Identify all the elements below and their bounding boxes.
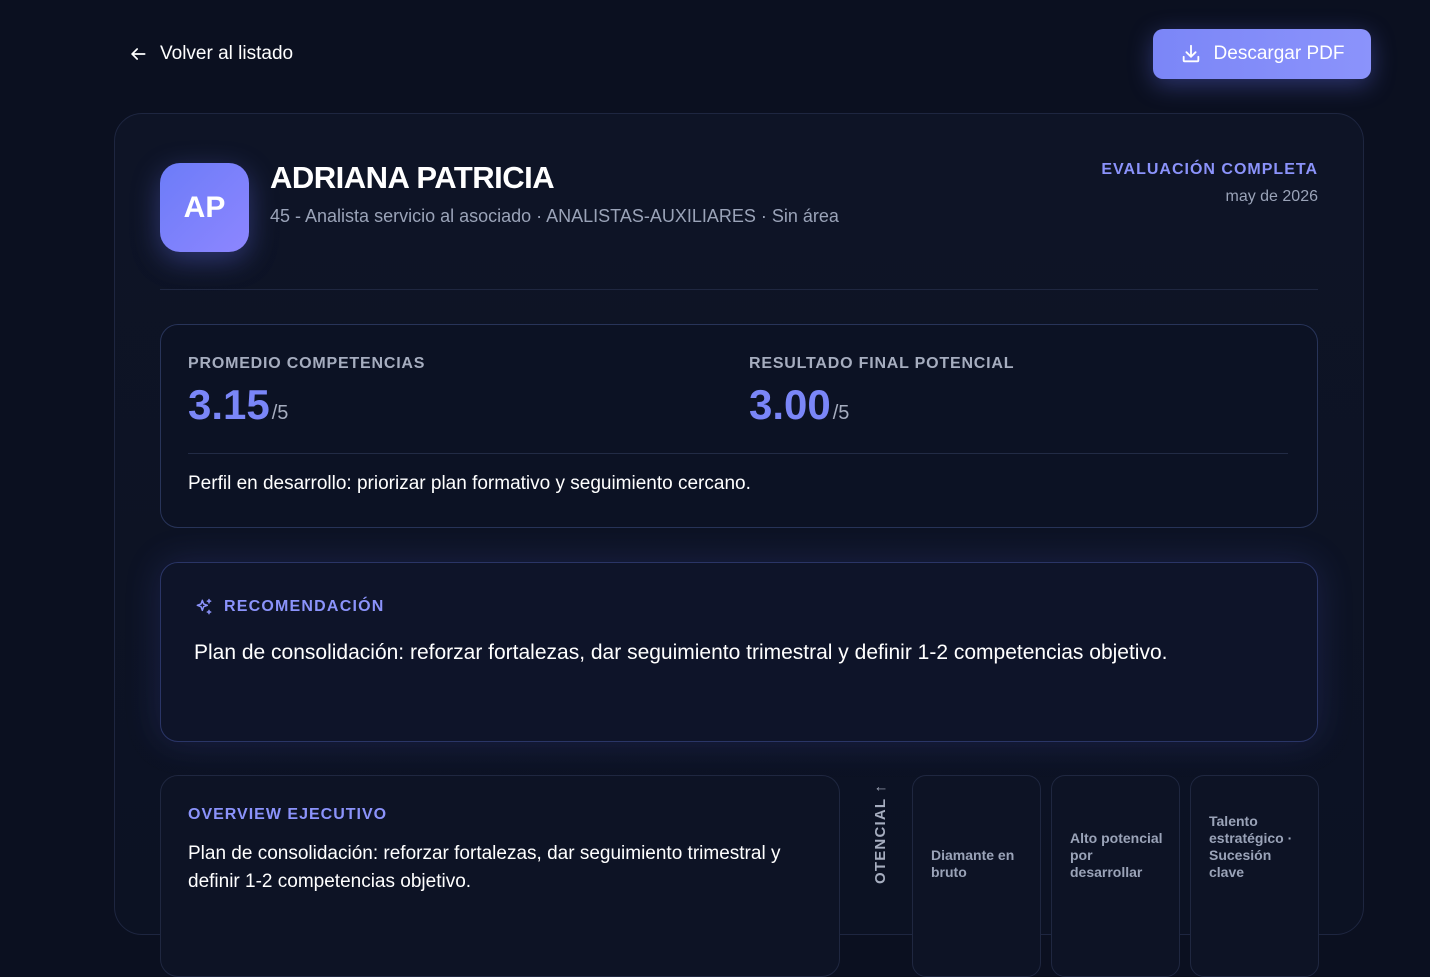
potencial-label: RESULTADO FINAL POTENCIAL bbox=[749, 355, 1015, 372]
top-bar: Volver al listado Descargar PDF bbox=[0, 0, 1430, 110]
recommendation-text: Plan de consolidación: reforzar fortalez… bbox=[194, 641, 1168, 664]
back-link-label: Volver al listado bbox=[160, 43, 294, 64]
potential-axis-label: OTENCIAL ↑ bbox=[872, 783, 889, 884]
arrow-left-icon bbox=[131, 48, 146, 60]
competencias-score: PROMEDIO COMPETENCIAS 3.15 /5 bbox=[188, 355, 425, 429]
download-pdf-button[interactable]: Descargar PDF bbox=[1153, 29, 1371, 79]
matrix-cell-talento-estrategico[interactable]: Talento estratégico · Sucesión clave bbox=[1190, 775, 1319, 977]
download-icon bbox=[1182, 44, 1199, 63]
potencial-score: RESULTADO FINAL POTENCIAL 3.00 /5 bbox=[749, 355, 1014, 429]
profile-note: Perfil en desarrollo: priorizar plan for… bbox=[188, 473, 751, 494]
evaluation-status: EVALUACIÓN COMPLETA may de 2026 bbox=[1101, 161, 1318, 206]
overview-text: Plan de consolidación: reforzar fortalez… bbox=[188, 843, 781, 892]
recommendation-panel: RECOMENDACIÓN Plan de consolidación: ref… bbox=[160, 562, 1318, 742]
matrix-cell-alto-potencial[interactable]: Alto potencial por desarrollar bbox=[1051, 775, 1180, 977]
matrix-cell-label: Talento estratégico · Sucesión clave bbox=[1209, 813, 1293, 880]
avatar: AP bbox=[160, 163, 249, 252]
back-to-list-link[interactable]: Volver al listado bbox=[128, 40, 293, 68]
employee-subtitle: 45 - Analista servicio al asociado · ANA… bbox=[270, 206, 839, 226]
competencias-max: /5 bbox=[271, 402, 289, 424]
employee-name: ADRIANA PATRICIA bbox=[270, 160, 555, 195]
recommendation-title: RECOMENDACIÓN bbox=[224, 598, 385, 615]
executive-overview-panel: OVERVIEW EJECUTIVO Plan de consolidación… bbox=[160, 775, 840, 977]
scores-divider bbox=[188, 453, 1288, 454]
header-divider bbox=[160, 289, 1318, 290]
competencias-label: PROMEDIO COMPETENCIAS bbox=[188, 355, 426, 372]
matrix-cell-label: Alto potencial por desarrollar bbox=[1070, 830, 1163, 880]
evaluation-card: AP ADRIANA PATRICIA 45 - Analista servic… bbox=[114, 113, 1364, 977]
matrix-cell-diamante[interactable]: Diamante en bruto bbox=[912, 775, 1041, 977]
status-date: may de 2026 bbox=[1225, 188, 1318, 205]
matrix-cell-label: Diamante en bruto bbox=[931, 847, 1015, 880]
sparkles-icon bbox=[196, 598, 212, 615]
potencial-max: /5 bbox=[832, 402, 850, 424]
scores-panel: PROMEDIO COMPETENCIAS 3.15 /5 RESULTADO … bbox=[160, 324, 1318, 528]
overview-title: OVERVIEW EJECUTIVO bbox=[188, 806, 388, 823]
potencial-value: 3.00 bbox=[749, 381, 831, 428]
download-pdf-label: Descargar PDF bbox=[1213, 43, 1345, 64]
status-badge: EVALUACIÓN COMPLETA bbox=[1101, 161, 1318, 178]
competencias-value: 3.15 bbox=[188, 381, 270, 428]
